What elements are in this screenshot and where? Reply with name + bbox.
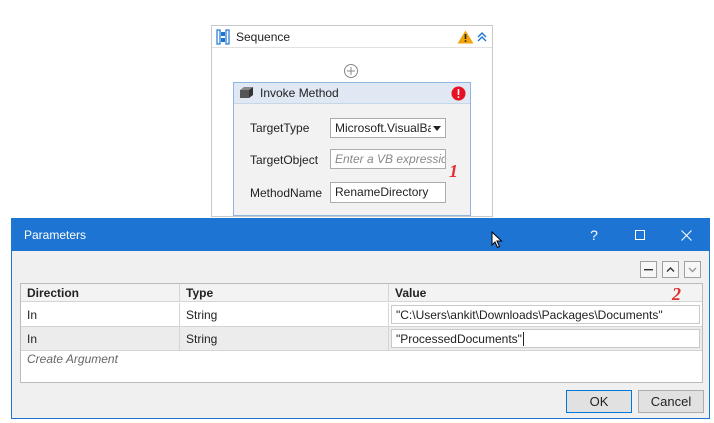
type-cell[interactable]: String xyxy=(180,303,389,327)
invoke-method-activity[interactable]: Invoke Method TargetType Microsoft.Visua… xyxy=(233,82,471,216)
add-activity-icon[interactable] xyxy=(343,63,359,79)
target-object-placeholder: Enter a VB expression xyxy=(335,152,446,166)
value-text: "C:\Users\ankit\Downloads\Packages\Docum… xyxy=(396,307,663,322)
target-object-label: TargetObject xyxy=(250,153,319,167)
dialog-titlebar: Parameters ? xyxy=(12,219,709,251)
delete-argument-button[interactable] xyxy=(640,261,657,278)
help-icon: ? xyxy=(590,227,598,243)
close-icon xyxy=(680,229,692,241)
collapse-icon[interactable] xyxy=(476,31,488,43)
table-row[interactable]: In String "C:\Users\ankit\Downloads\Pack… xyxy=(21,303,702,327)
sequence-activity[interactable]: Sequence Invoke Method TargetType Micros… xyxy=(211,25,493,217)
sequence-icon xyxy=(216,28,230,45)
column-header-direction[interactable]: Direction xyxy=(21,284,180,302)
column-header-value[interactable]: Value xyxy=(389,284,702,302)
cancel-button[interactable]: Cancel xyxy=(638,390,704,413)
maximize-button[interactable] xyxy=(617,219,663,251)
parameters-grid: Direction Type Value In String "C:\Users… xyxy=(20,283,703,383)
error-icon[interactable] xyxy=(451,86,466,101)
sequence-header: Sequence xyxy=(212,26,492,48)
target-object-input[interactable]: Enter a VB expression xyxy=(330,149,446,169)
target-type-value: Microsoft.VisualBa xyxy=(335,121,431,135)
target-type-dropdown[interactable]: Microsoft.VisualBa xyxy=(330,118,446,138)
type-cell[interactable]: String xyxy=(180,327,389,351)
table-row[interactable]: In String "ProcessedDocuments" xyxy=(21,327,702,351)
chevron-down-icon xyxy=(688,267,697,273)
sequence-title: Sequence xyxy=(236,29,291,44)
mouse-pointer-icon xyxy=(491,231,503,249)
help-button[interactable]: ? xyxy=(571,219,617,251)
maximize-icon xyxy=(635,230,645,240)
parameters-dialog: Parameters ? Direction Type Value In Str… xyxy=(11,218,710,419)
method-name-value: RenameDirectory xyxy=(335,185,429,199)
target-type-label: TargetType xyxy=(250,121,310,135)
text-cursor xyxy=(522,331,524,346)
ok-button[interactable]: OK xyxy=(566,390,632,413)
direction-cell[interactable]: In xyxy=(21,303,180,327)
create-argument-link[interactable]: Create Argument xyxy=(23,352,118,366)
invoke-method-title: Invoke Method xyxy=(260,86,339,100)
method-name-label: MethodName xyxy=(250,186,323,200)
value-text: "ProcessedDocuments" xyxy=(396,331,522,346)
warning-icon[interactable] xyxy=(457,30,474,44)
move-down-button[interactable] xyxy=(684,261,701,278)
invoke-method-header: Invoke Method xyxy=(234,83,470,104)
move-up-button[interactable] xyxy=(662,261,679,278)
chevron-up-icon xyxy=(666,267,675,272)
value-cell[interactable]: "C:\Users\ankit\Downloads\Packages\Docum… xyxy=(389,303,702,327)
value-input[interactable]: "C:\Users\ankit\Downloads\Packages\Docum… xyxy=(391,305,700,324)
column-header-type[interactable]: Type xyxy=(180,284,389,302)
value-cell[interactable]: "ProcessedDocuments" xyxy=(389,327,702,351)
annotation-2: 2 xyxy=(672,284,681,304)
annotation-1: 1 xyxy=(449,161,458,181)
grid-header-row: Direction Type Value xyxy=(21,284,702,302)
value-input[interactable]: "ProcessedDocuments" xyxy=(391,329,700,348)
dialog-title: Parameters xyxy=(24,228,87,242)
method-name-input[interactable]: RenameDirectory xyxy=(330,182,446,203)
chevron-down-icon xyxy=(433,125,441,131)
minus-icon xyxy=(644,269,653,271)
direction-cell[interactable]: In xyxy=(21,327,180,351)
close-button[interactable] xyxy=(663,219,709,251)
invoke-method-icon xyxy=(240,87,253,98)
